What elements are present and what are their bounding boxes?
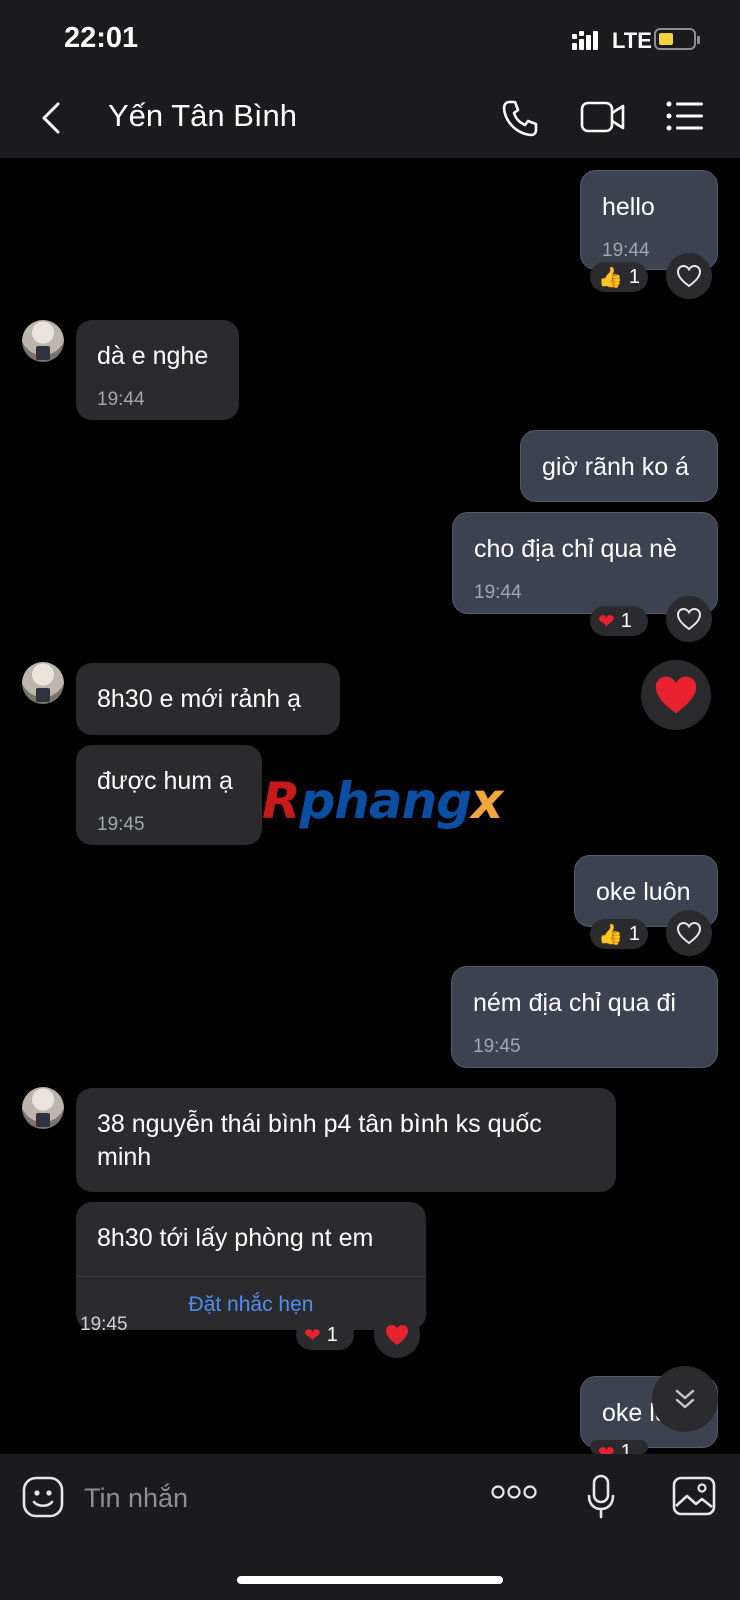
contact-avatar[interactable]: [22, 662, 64, 704]
back-icon[interactable]: [36, 98, 68, 138]
heart-outline-icon: [676, 607, 702, 631]
microphone-icon[interactable]: [586, 1474, 616, 1520]
scroll-to-bottom-button[interactable]: [652, 1366, 718, 1432]
divider: [76, 1276, 426, 1277]
message-text: dà e nghe: [97, 342, 209, 370]
outgoing-message[interactable]: giờ rãnh ko á: [520, 430, 718, 502]
network-label: LTE: [612, 28, 652, 53]
heart-outline-icon: [676, 921, 702, 945]
thumbs-up-icon: 👍: [598, 923, 623, 946]
watermark: Rphangx: [262, 772, 503, 830]
message-text: cho địa chỉ qua nè: [474, 535, 677, 563]
reaction-count: 1: [628, 922, 641, 945]
reaction-count: 1: [620, 1441, 632, 1454]
react-heart-button[interactable]: [666, 596, 712, 642]
heart-icon: ❤: [598, 1443, 615, 1454]
reaction-summary[interactable]: 👍 1: [590, 262, 648, 292]
contact-name[interactable]: Yến Tân Bình: [108, 98, 297, 134]
react-heart-button[interactable]: [374, 1312, 420, 1358]
incoming-message[interactable]: 8h30 tới lấy phòng nt em Đặt nhắc hẹn: [76, 1202, 426, 1330]
message-time: 19:44: [97, 389, 145, 410]
message-text: oke luôn: [596, 878, 691, 906]
heart-icon: ❤: [598, 610, 615, 633]
message-text: hello: [602, 193, 655, 221]
menu-list-icon[interactable]: [666, 100, 704, 132]
message-input[interactable]: [84, 1480, 444, 1516]
sticker-emoji-icon[interactable]: [22, 1476, 64, 1518]
react-heart-button[interactable]: [666, 910, 712, 956]
message-text: ném địa chỉ qua đi: [473, 989, 676, 1017]
message-text: 8h30 e mới rảnh ạ: [97, 685, 302, 713]
message-time: 19:45: [80, 1314, 128, 1335]
heart-outline-icon: [676, 264, 702, 288]
heart-reaction-animation: [641, 660, 711, 730]
reaction-count: 1: [628, 265, 641, 288]
heart-icon: [386, 1325, 408, 1345]
incoming-message[interactable]: được hum ạ 19:45: [76, 745, 262, 845]
incoming-message[interactable]: dà e nghe 19:44: [76, 320, 239, 420]
phone-call-icon[interactable]: [500, 98, 540, 138]
reaction-summary[interactable]: ❤ 1: [590, 1440, 648, 1454]
thumbs-up-icon: 👍: [598, 266, 623, 289]
cellular-signal-icon: [572, 31, 598, 50]
reaction-summary[interactable]: ❤ 1: [296, 1320, 354, 1350]
message-text: 38 nguyễn thái bình p4 tân bình ks quốc …: [97, 1110, 542, 1171]
more-options-icon[interactable]: [490, 1484, 538, 1500]
reaction-summary[interactable]: 👍 1: [590, 919, 648, 949]
message-text: được hum ạ: [97, 767, 233, 795]
reaction-summary[interactable]: ❤ 1: [590, 606, 648, 636]
set-reminder-link[interactable]: Đặt nhắc hẹn: [76, 1288, 426, 1321]
battery-icon: [654, 28, 700, 50]
contact-avatar[interactable]: [22, 320, 64, 362]
message-time: 19:45: [97, 814, 145, 835]
outgoing-message[interactable]: ném địa chỉ qua đi 19:45: [451, 966, 718, 1068]
react-heart-button[interactable]: [666, 253, 712, 299]
home-indicator: [237, 1576, 503, 1584]
message-time: 19:45: [473, 1036, 521, 1057]
message-text: giờ rãnh ko á: [542, 453, 690, 481]
reaction-count: 1: [620, 609, 632, 632]
contact-avatar[interactable]: [22, 1087, 64, 1129]
video-call-icon[interactable]: [580, 100, 626, 134]
double-chevron-down-icon: [675, 1389, 695, 1409]
message-time: 19:44: [474, 582, 522, 603]
heart-icon: ❤: [304, 1324, 321, 1347]
incoming-message[interactable]: 8h30 e mới rảnh ạ: [76, 663, 340, 735]
reaction-count: 1: [326, 1323, 338, 1346]
message-text: 8h30 tới lấy phòng nt em: [97, 1224, 374, 1252]
status-time: 22:01: [64, 22, 139, 54]
heart-icon: [655, 676, 697, 714]
image-gallery-icon[interactable]: [672, 1476, 716, 1516]
incoming-message[interactable]: 38 nguyễn thái bình p4 tân bình ks quốc …: [76, 1088, 616, 1192]
